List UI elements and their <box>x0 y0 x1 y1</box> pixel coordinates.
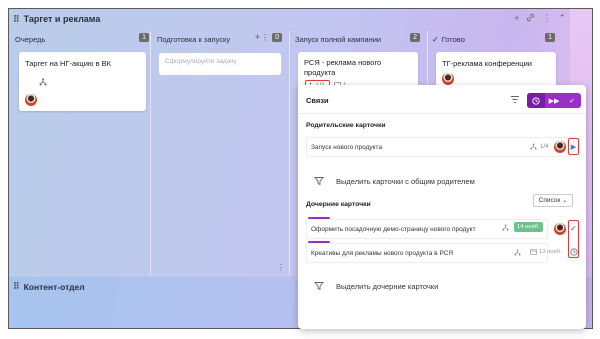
chevron-down-icon: ⌄ <box>562 198 568 204</box>
select-common-parent-button[interactable]: Выделить карточки с общим родителем <box>314 176 475 186</box>
check-icon[interactable]: ✓ <box>569 222 578 235</box>
divider <box>298 113 586 114</box>
swimlane-header: ⠿ Контент-отдел <box>13 281 85 292</box>
avatar[interactable] <box>25 94 37 106</box>
board-header: ⠿ Таргет и реклама <box>9 9 592 29</box>
due-date-text: 13 нояб. <box>539 248 562 255</box>
add-icon[interactable]: + <box>514 13 519 24</box>
view-toggle-group: ▶▶ ✓ <box>527 93 581 108</box>
child-card-title: Креативы для рекламы нового продукта в Р… <box>311 249 454 257</box>
card-title: Таргет на НГ-акцию в ВК <box>25 59 112 68</box>
avatar[interactable] <box>554 223 566 235</box>
card-title: ТГ-реклама конференции <box>442 59 532 68</box>
parent-card-meta: 1/4 <box>530 143 548 150</box>
column-count-badge: 0 <box>272 33 282 42</box>
chevron-up-icon[interactable]: ⌃ <box>558 13 566 24</box>
column-header: Подготовка к запуску + ⋮ 0 <box>157 31 282 47</box>
calendar-icon <box>530 248 537 255</box>
parent-card-title: Запуск нового продукта <box>311 143 383 151</box>
child-card-title: Оформить посадочную демо-страницу нового… <box>311 225 476 233</box>
drag-handle-icon[interactable]: ⠿ <box>13 14 19 25</box>
list-select[interactable]: Список ⌄ <box>533 194 573 207</box>
add-icon[interactable]: + <box>255 32 260 42</box>
new-task-input[interactable]: Сформулируйте задачу <box>159 53 281 75</box>
subtask-tree-icon <box>39 73 140 91</box>
play-icon[interactable]: ▶ <box>569 140 578 153</box>
column-header: Очередь 1 <box>15 31 149 47</box>
clock-icon[interactable] <box>527 93 545 108</box>
column-count-badge: 1 <box>139 33 149 42</box>
task-card[interactable]: Таргет на НГ-акцию в ВК <box>19 52 146 111</box>
select-common-parent-label: Выделить карточки с общим родителем <box>336 176 475 186</box>
funnel-icon <box>314 177 324 186</box>
more-vertical-icon[interactable]: ⋮ <box>261 33 269 42</box>
relations-popup: Связи ▶▶ ✓ Родительские карточки Запуск … <box>298 85 586 329</box>
column-count-badge: 2 <box>410 33 420 42</box>
check-icon[interactable]: ✓ <box>563 93 581 108</box>
child-card-row[interactable]: Оформить посадочную демо-страницу нового… <box>306 219 548 239</box>
drag-handle-icon[interactable]: ⠿ <box>13 281 19 292</box>
funnel-icon <box>314 282 324 291</box>
column-header: ✓ Готово 1 <box>432 31 555 47</box>
column-divider <box>289 31 290 275</box>
subtask-tree-icon <box>530 143 537 150</box>
popup-title: Связи <box>306 96 329 105</box>
select-children-button[interactable]: Выделить дочерние карточки <box>314 281 438 291</box>
board-actions: + ⋮ ⌃ <box>514 13 566 24</box>
child-card-meta <box>514 249 521 256</box>
due-date: 13 нояб. <box>530 248 562 255</box>
due-date-badge: 14 нояб. <box>514 222 543 232</box>
child-section-title: Дочерние карточки <box>306 201 371 208</box>
subtask-tree-icon <box>502 224 509 231</box>
subtask-tree-icon <box>514 249 521 256</box>
filter-lines-icon[interactable] <box>510 95 520 104</box>
link-icon[interactable] <box>526 13 535 24</box>
clock-icon[interactable] <box>569 246 578 257</box>
more-vertical-icon[interactable]: ⋮ <box>277 263 285 272</box>
column-header: Запуск полной кампании 2 <box>295 31 420 47</box>
avatar[interactable] <box>442 73 454 85</box>
child-card-meta <box>502 224 509 231</box>
column-title: Очередь <box>15 34 46 44</box>
parent-section-title: Родительские карточки <box>306 122 386 129</box>
board-title: Таргет и реклама <box>23 14 101 24</box>
child-card-row[interactable]: Креативы для рекламы нового продукта в Р… <box>306 243 548 263</box>
list-select-value: Список <box>538 197 561 204</box>
parent-subtask-count: 1/4 <box>540 143 549 150</box>
more-vertical-icon[interactable]: ⋮ <box>542 13 551 24</box>
swimlane-title: Контент-отдел <box>23 281 85 292</box>
column-divider <box>150 31 151 275</box>
card-title: РСЯ - реклама нового продукта <box>304 58 382 77</box>
checkmark-icon: ✓ <box>432 34 439 44</box>
column-count-badge: 1 <box>545 33 555 42</box>
fast-forward-icon[interactable]: ▶▶ <box>545 93 563 108</box>
select-children-label: Выделить дочерние карточки <box>336 281 439 291</box>
column-title: Готово <box>441 34 465 44</box>
column-title: Запуск полной кампании <box>295 34 382 44</box>
avatar[interactable] <box>554 141 566 153</box>
column-title: Подготовка к запуску <box>157 34 231 44</box>
